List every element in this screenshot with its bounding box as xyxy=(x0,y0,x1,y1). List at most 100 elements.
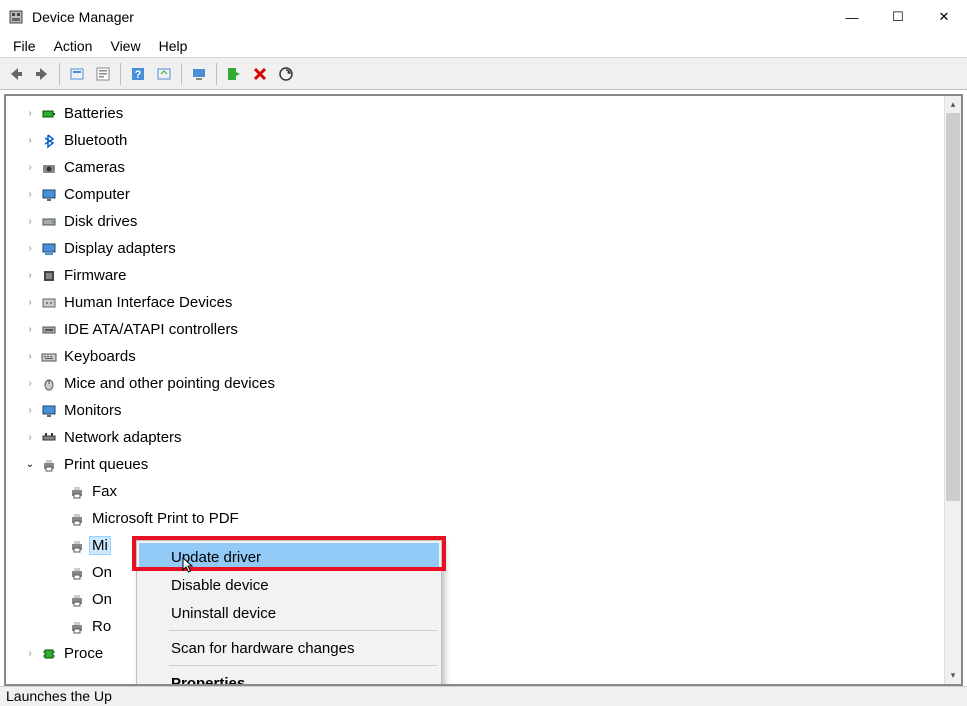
processor-icon xyxy=(40,645,58,663)
tree-node-network[interactable]: › Network adapters xyxy=(6,424,944,451)
context-menu: Update driver Disable device Uninstall d… xyxy=(136,540,442,684)
node-label: Monitors xyxy=(64,402,122,419)
tree-node-ms-print-pdf[interactable]: Microsoft Print to PDF xyxy=(6,505,944,532)
expander-icon[interactable]: › xyxy=(24,108,36,119)
expander-icon[interactable]: › xyxy=(24,243,36,254)
scroll-track[interactable] xyxy=(945,113,961,667)
node-label: Batteries xyxy=(64,105,123,122)
device-tree[interactable]: › Batteries › Bluetooth › Cameras › xyxy=(6,96,944,684)
expander-icon[interactable]: › xyxy=(24,270,36,281)
titlebar: Device Manager — ☐ ✕ xyxy=(0,0,967,34)
mouse-icon xyxy=(40,375,58,393)
scroll-up-icon[interactable]: ▴ xyxy=(945,96,961,113)
expander-icon[interactable]: › xyxy=(24,297,36,308)
expander-icon[interactable]: › xyxy=(24,189,36,200)
close-button[interactable]: ✕ xyxy=(921,0,967,34)
ctx-update-driver[interactable]: Update driver xyxy=(139,543,439,571)
ctx-scan-hardware[interactable]: Scan for hardware changes xyxy=(139,634,439,662)
printer-icon xyxy=(68,483,86,501)
node-label: On xyxy=(92,591,112,608)
toolbar-separator xyxy=(120,63,121,85)
minimize-button[interactable]: — xyxy=(829,0,875,34)
help-button[interactable]: ? xyxy=(126,62,150,86)
scroll-thumb[interactable] xyxy=(946,113,960,501)
main-pane: › Batteries › Bluetooth › Cameras › xyxy=(4,94,963,686)
tree-node-bluetooth[interactable]: › Bluetooth xyxy=(6,127,944,154)
expander-icon[interactable]: › xyxy=(24,351,36,362)
ctx-disable-device[interactable]: Disable device xyxy=(139,571,439,599)
ctx-properties[interactable]: Properties xyxy=(139,669,439,684)
monitor-icon xyxy=(40,186,58,204)
status-text: Launches the Up xyxy=(6,688,112,704)
expander-icon[interactable]: › xyxy=(24,432,36,443)
uninstall-button[interactable] xyxy=(248,62,272,86)
ctx-separator xyxy=(169,665,437,666)
expander-icon[interactable]: › xyxy=(24,324,36,335)
printer-icon xyxy=(40,456,58,474)
menu-file[interactable]: File xyxy=(4,35,45,57)
expander-icon[interactable]: › xyxy=(24,162,36,173)
expander-icon[interactable]: › xyxy=(24,135,36,146)
printer-icon xyxy=(68,564,86,582)
window-title: Device Manager xyxy=(32,9,829,25)
back-button[interactable] xyxy=(4,62,28,86)
camera-icon xyxy=(40,159,58,177)
node-label: Disk drives xyxy=(64,213,137,230)
menu-help[interactable]: Help xyxy=(150,35,197,57)
show-hidden-button[interactable] xyxy=(65,62,89,86)
forward-button[interactable] xyxy=(30,62,54,86)
menu-view[interactable]: View xyxy=(101,35,149,57)
tree-node-firmware[interactable]: › Firmware xyxy=(6,262,944,289)
maximize-button[interactable]: ☐ xyxy=(875,0,921,34)
expander-icon[interactable]: › xyxy=(24,405,36,416)
tree-node-fax[interactable]: Fax xyxy=(6,478,944,505)
node-label: Mi xyxy=(89,536,111,555)
tree-node-hid[interactable]: › Human Interface Devices xyxy=(6,289,944,316)
node-label: On xyxy=(92,564,112,581)
node-label: Network adapters xyxy=(64,429,182,446)
vertical-scrollbar[interactable]: ▴ ▾ xyxy=(944,96,961,684)
printer-icon xyxy=(68,618,86,636)
tree-node-batteries[interactable]: › Batteries xyxy=(6,100,944,127)
node-label: Display adapters xyxy=(64,240,176,257)
node-label: Human Interface Devices xyxy=(64,294,232,311)
menubar: File Action View Help xyxy=(0,34,967,58)
hid-icon xyxy=(40,294,58,312)
node-label: Bluetooth xyxy=(64,132,127,149)
tree-node-monitors[interactable]: › Monitors xyxy=(6,397,944,424)
ctx-label: Disable device xyxy=(171,577,269,594)
node-label: Computer xyxy=(64,186,130,203)
tree-node-print-queues[interactable]: ⌄ Print queues xyxy=(6,451,944,478)
scroll-down-icon[interactable]: ▾ xyxy=(945,667,961,684)
update-driver-button[interactable] xyxy=(222,62,246,86)
scan-hardware-button[interactable] xyxy=(274,62,298,86)
disk-icon xyxy=(40,213,58,231)
expander-icon[interactable]: ⌄ xyxy=(24,459,36,470)
printer-icon xyxy=(68,591,86,609)
node-label: Print queues xyxy=(64,456,148,473)
tree-node-computer[interactable]: › Computer xyxy=(6,181,944,208)
node-label: Firmware xyxy=(64,267,127,284)
computer-scan-button[interactable] xyxy=(187,62,211,86)
tree-node-ide[interactable]: › IDE ATA/ATAPI controllers xyxy=(6,316,944,343)
tree-node-display-adapters[interactable]: › Display adapters xyxy=(6,235,944,262)
node-label: Proce xyxy=(64,645,103,662)
toolbar-separator xyxy=(181,63,182,85)
menu-action[interactable]: Action xyxy=(45,35,102,57)
expander-icon[interactable]: › xyxy=(24,648,36,659)
tree-node-cameras[interactable]: › Cameras xyxy=(6,154,944,181)
node-label: Keyboards xyxy=(64,348,136,365)
tree-node-mice[interactable]: › Mice and other pointing devices xyxy=(6,370,944,397)
ctx-uninstall-device[interactable]: Uninstall device xyxy=(139,599,439,627)
tree-node-keyboards[interactable]: › Keyboards xyxy=(6,343,944,370)
expander-icon[interactable]: › xyxy=(24,378,36,389)
network-icon xyxy=(40,429,58,447)
printer-icon xyxy=(68,537,86,555)
node-label: Ro xyxy=(92,618,111,635)
tree-node-disk-drives[interactable]: › Disk drives xyxy=(6,208,944,235)
toolbar-separator xyxy=(59,63,60,85)
properties-button[interactable] xyxy=(91,62,115,86)
expander-icon[interactable]: › xyxy=(24,216,36,227)
toolbar: ? xyxy=(0,58,967,90)
resources-button[interactable] xyxy=(152,62,176,86)
